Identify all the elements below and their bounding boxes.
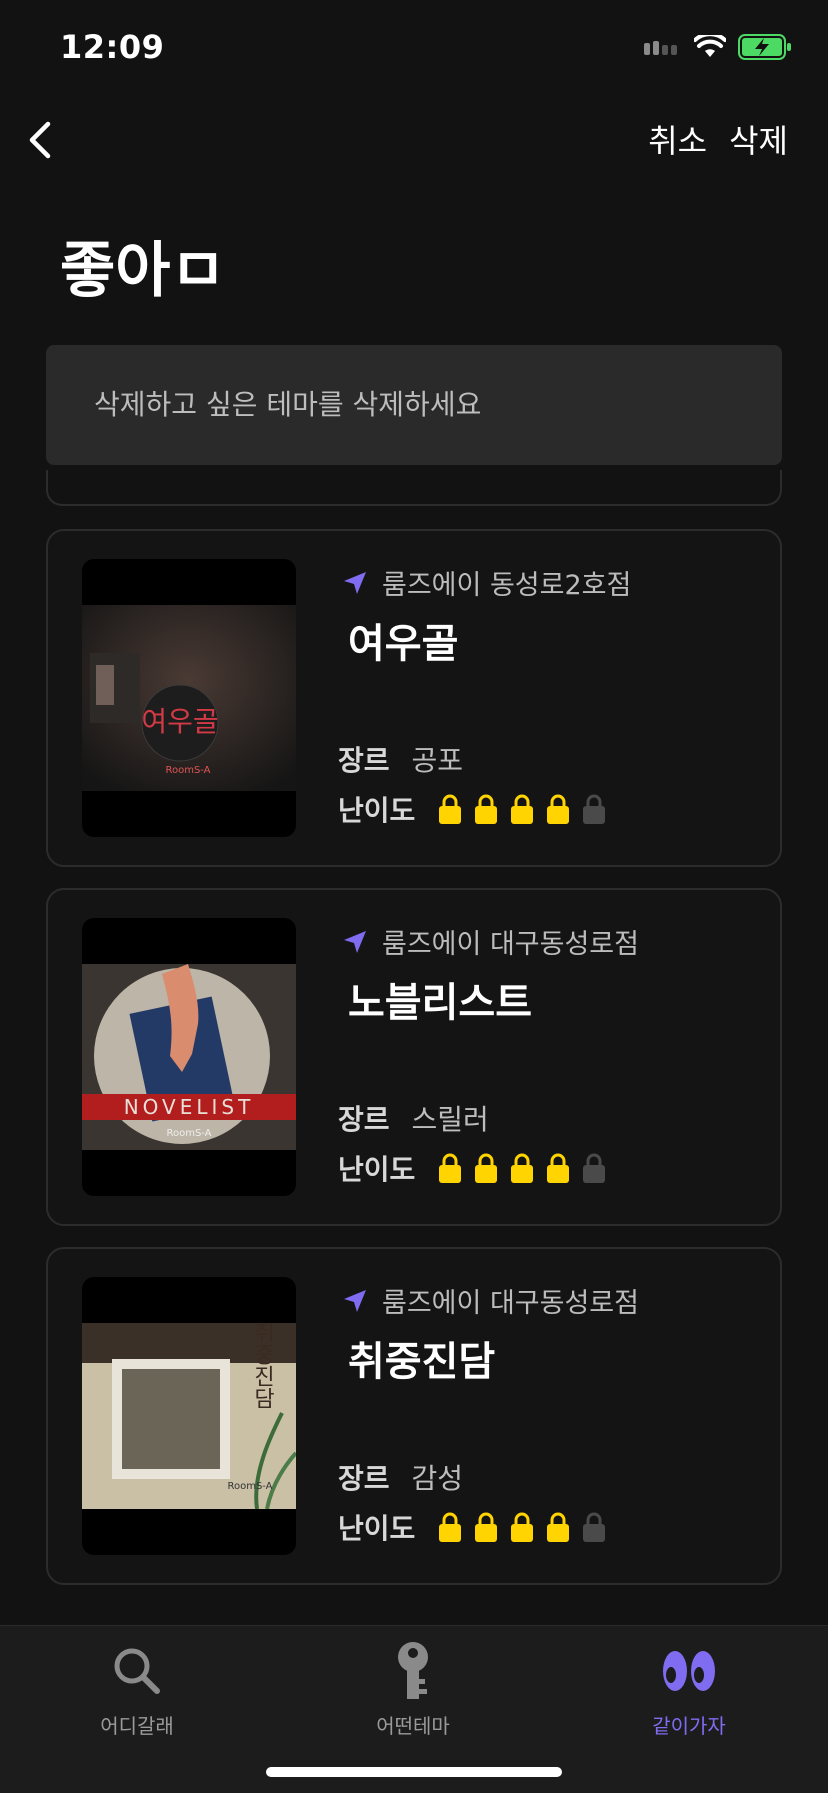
genre-value: 공포 bbox=[411, 744, 464, 777]
genre-row: 장르 공포 bbox=[338, 739, 463, 779]
lock-empty-icon bbox=[583, 1153, 606, 1183]
hint-box: 삭제하고 싶은 테마를 삭제하세요 bbox=[46, 345, 782, 465]
genre-row: 장르 스릴러 bbox=[338, 1098, 489, 1138]
lock-filled-icon bbox=[511, 1153, 534, 1183]
location-text: 룸즈에이 대구동성로점 bbox=[382, 1288, 639, 1319]
tab-label: 어떤테마 bbox=[376, 1714, 450, 1738]
nav-bar: 취소 삭제 bbox=[0, 110, 828, 170]
wifi-icon bbox=[694, 35, 726, 57]
location-row: 룸즈에이 동성로2호점 bbox=[342, 563, 631, 602]
page-title: 좋아ㅁ bbox=[60, 236, 226, 306]
search-icon bbox=[114, 1648, 160, 1694]
delete-button[interactable]: 삭제 bbox=[729, 116, 788, 162]
theme-title: 여우골 bbox=[348, 621, 459, 667]
poster-text: NOVELIST bbox=[124, 1095, 255, 1119]
tab-label: 어디갈래 bbox=[100, 1714, 174, 1738]
poster-image-3: 취중진담 RoomS-A bbox=[82, 1323, 296, 1509]
chevron-left-icon bbox=[29, 121, 51, 159]
poster-text: 여우골 bbox=[141, 705, 218, 738]
lock-filled-icon bbox=[547, 1512, 570, 1542]
genre-label: 장르 bbox=[338, 1103, 390, 1136]
signal-icon bbox=[644, 41, 677, 55]
tab-theme[interactable]: 어떤테마 bbox=[313, 1640, 513, 1739]
lock-filled-icon bbox=[547, 794, 570, 824]
location-arrow-icon bbox=[344, 571, 366, 594]
cancel-button[interactable]: 취소 bbox=[648, 116, 707, 162]
nav-actions: 취소 삭제 bbox=[648, 116, 788, 162]
previous-card-edge bbox=[46, 470, 782, 506]
difficulty-row: 난이도 bbox=[338, 789, 606, 829]
genre-label: 장르 bbox=[338, 744, 390, 777]
genre-label: 장르 bbox=[338, 1462, 390, 1495]
lock-filled-icon bbox=[511, 1512, 534, 1542]
theme-poster: NOVELIST RoomS-A bbox=[82, 918, 296, 1196]
tab-label: 같이가자 bbox=[652, 1714, 726, 1738]
poster-text: 취중진담 bbox=[250, 1323, 275, 1409]
tab-together[interactable]: 같이가자 bbox=[589, 1640, 789, 1739]
difficulty-locks bbox=[439, 1512, 606, 1542]
location-text: 룸즈에이 동성로2호점 bbox=[382, 570, 632, 601]
location-arrow-icon bbox=[344, 930, 366, 953]
theme-card[interactable]: NOVELIST RoomS-A 룸즈에이 대구동성로점 노블리스트 장르 스릴… bbox=[46, 888, 782, 1226]
lock-filled-icon bbox=[439, 1153, 462, 1183]
genre-row: 장르 감성 bbox=[338, 1457, 463, 1497]
location-row: 룸즈에이 대구동성로점 bbox=[342, 922, 639, 961]
lock-empty-icon bbox=[583, 794, 606, 824]
lock-filled-icon bbox=[511, 794, 534, 824]
difficulty-locks bbox=[439, 1153, 606, 1183]
status-icons bbox=[644, 34, 792, 60]
back-button[interactable] bbox=[20, 118, 64, 162]
genre-value: 스릴러 bbox=[411, 1103, 489, 1136]
status-time: 12:09 bbox=[60, 28, 165, 66]
location-row: 룸즈에이 대구동성로점 bbox=[342, 1281, 639, 1320]
difficulty-label: 난이도 bbox=[338, 1512, 416, 1545]
status-bar: 12:09 bbox=[0, 0, 828, 100]
theme-title: 노블리스트 bbox=[348, 980, 532, 1026]
location-arrow-icon bbox=[344, 1289, 366, 1312]
tab-search[interactable]: 어디갈래 bbox=[37, 1640, 237, 1739]
difficulty-row: 난이도 bbox=[338, 1148, 606, 1188]
lock-filled-icon bbox=[439, 794, 462, 824]
lock-filled-icon bbox=[475, 1153, 498, 1183]
theme-card[interactable]: 여우골 RoomS-A 룸즈에이 동성로2호점 여우골 장르 공포 난이도 bbox=[46, 529, 782, 867]
home-indicator[interactable] bbox=[266, 1767, 562, 1777]
difficulty-label: 난이도 bbox=[338, 1153, 416, 1186]
difficulty-row: 난이도 bbox=[338, 1507, 606, 1547]
location-text: 룸즈에이 대구동성로점 bbox=[382, 929, 639, 960]
theme-title: 취중진담 bbox=[348, 1339, 496, 1385]
eyes-icon bbox=[663, 1651, 715, 1691]
lock-filled-icon bbox=[547, 1153, 570, 1183]
lock-filled-icon bbox=[475, 794, 498, 824]
key-icon bbox=[398, 1642, 428, 1699]
theme-poster: 취중진담 RoomS-A bbox=[82, 1277, 296, 1555]
svg-text:RoomS-A: RoomS-A bbox=[165, 765, 210, 776]
lock-filled-icon bbox=[475, 1512, 498, 1542]
theme-card[interactable]: 취중진담 RoomS-A 룸즈에이 대구동성로점 취중진담 장르 감성 난이도 bbox=[46, 1247, 782, 1585]
difficulty-label: 난이도 bbox=[338, 794, 416, 827]
svg-text:RoomS-A: RoomS-A bbox=[227, 1481, 272, 1492]
genre-value: 감성 bbox=[411, 1462, 464, 1495]
battery-charging-icon bbox=[738, 34, 791, 60]
lock-empty-icon bbox=[583, 1512, 606, 1542]
poster-image-1: 여우골 RoomS-A bbox=[82, 605, 296, 791]
poster-image-2: NOVELIST RoomS-A bbox=[82, 964, 296, 1150]
difficulty-locks bbox=[439, 794, 606, 824]
svg-text:RoomS-A: RoomS-A bbox=[166, 1128, 211, 1139]
theme-poster: 여우골 RoomS-A bbox=[82, 559, 296, 837]
lock-filled-icon bbox=[439, 1512, 462, 1542]
